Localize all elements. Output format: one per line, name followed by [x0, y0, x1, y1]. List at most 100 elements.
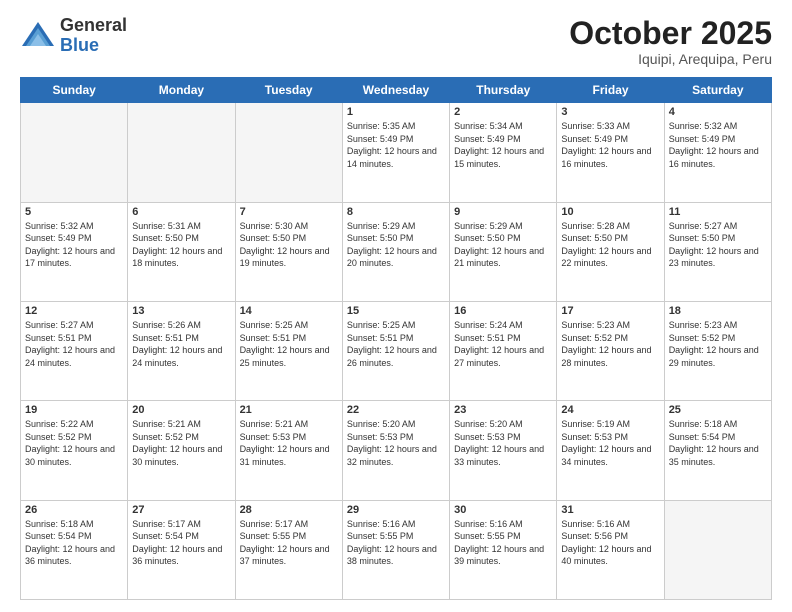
- day-info: Sunrise: 5:28 AM Sunset: 5:50 PM Dayligh…: [561, 220, 659, 270]
- day-info: Sunrise: 5:25 AM Sunset: 5:51 PM Dayligh…: [240, 319, 338, 369]
- day-number: 29: [347, 504, 445, 516]
- calendar-cell: 23Sunrise: 5:20 AM Sunset: 5:53 PM Dayli…: [450, 401, 557, 500]
- calendar-cell: 16 Sunrise: 5:24 AM Sunset: 5:51 PM Dayli…: [450, 301, 557, 400]
- day-info: Sunrise: 5:29 AM Sunset: 5:50 PM Dayligh…: [454, 220, 552, 270]
- logo-blue-text: Blue: [60, 36, 127, 56]
- day-info: Sunrise: 5:18 AM Sunset: 5:54 PM Dayligh…: [669, 418, 767, 468]
- day-info: Sunrise: 5:34 AM Sunset: 5:49 PM Dayligh…: [454, 120, 552, 170]
- day-number: 14: [240, 305, 338, 317]
- day-info: Sunrise: 5:18 AM Sunset: 5:54 PM Dayligh…: [25, 518, 123, 568]
- calendar-cell: 27 Sunrise: 5:17 AM Sunset: 5:54 PM Dayli…: [128, 500, 235, 599]
- month-title: October 2025: [569, 16, 772, 51]
- day-info: Sunrise: 5:30 AM Sunset: 5:50 PM Dayligh…: [240, 220, 338, 270]
- calendar-cell: 12 Sunrise: 5:27 AM Sunset: 5:51 PM Dayli…: [21, 301, 128, 400]
- day-number: 8: [347, 206, 445, 218]
- calendar-cell: 26 Sunrise: 5:18 AM Sunset: 5:54 PM Dayli…: [21, 500, 128, 599]
- weekday-header-row: SundayMondayTuesdayWednesdayThursdayFrid…: [21, 78, 772, 103]
- day-number: 17: [561, 305, 659, 317]
- weekday-header-cell: Friday: [557, 78, 664, 103]
- calendar-cell: 14 Sunrise: 5:25 AM Sunset: 5:51 PM Dayli…: [235, 301, 342, 400]
- calendar-cell: 3 Sunrise: 5:33 AM Sunset: 5:49 PM Daylig…: [557, 103, 664, 202]
- day-info: Sunrise: 5:21 AM Sunset: 5:53 PM Dayligh…: [240, 418, 338, 468]
- day-number: 20: [132, 404, 230, 416]
- day-info: Sunrise: 5:17 AM Sunset: 5:55 PM Dayligh…: [240, 518, 338, 568]
- calendar-cell: 29 Sunrise: 5:16 AM Sunset: 5:55 PM Dayli…: [342, 500, 449, 599]
- weekday-header-cell: Sunday: [21, 78, 128, 103]
- calendar-cell: 15 Sunrise: 5:25 AM Sunset: 5:51 PM Dayli…: [342, 301, 449, 400]
- day-number: 7: [240, 206, 338, 218]
- calendar-week-row: 19 Sunrise: 5:22 AM Sunset: 5:52 PM Dayli…: [21, 401, 772, 500]
- calendar-cell: 8Sunrise: 5:29 AM Sunset: 5:50 PM Daylig…: [342, 202, 449, 301]
- weekday-header-cell: Monday: [128, 78, 235, 103]
- day-info: Sunrise: 5:22 AM Sunset: 5:52 PM Dayligh…: [25, 418, 123, 468]
- day-number: 27: [132, 504, 230, 516]
- calendar-cell: 30 Sunrise: 5:16 AM Sunset: 5:55 PM Dayli…: [450, 500, 557, 599]
- day-info: Sunrise: 5:24 AM Sunset: 5:51 PM Dayligh…: [454, 319, 552, 369]
- day-info: Sunrise: 5:23 AM Sunset: 5:52 PM Dayligh…: [669, 319, 767, 369]
- day-number: 10: [561, 206, 659, 218]
- day-number: 3: [561, 106, 659, 118]
- day-number: 11: [669, 206, 767, 218]
- logo-general-text: General: [60, 16, 127, 36]
- calendar-cell: 19 Sunrise: 5:22 AM Sunset: 5:52 PM Dayli…: [21, 401, 128, 500]
- calendar-cell: 4 Sunrise: 5:32 AM Sunset: 5:49 PM Daylig…: [664, 103, 771, 202]
- day-number: 4: [669, 106, 767, 118]
- day-number: 30: [454, 504, 552, 516]
- day-info: Sunrise: 5:16 AM Sunset: 5:55 PM Dayligh…: [454, 518, 552, 568]
- calendar-cell: [128, 103, 235, 202]
- day-number: 26: [25, 504, 123, 516]
- calendar-cell: 7 Sunrise: 5:30 AM Sunset: 5:50 PM Daylig…: [235, 202, 342, 301]
- day-number: 9: [454, 206, 552, 218]
- calendar-cell: 10 Sunrise: 5:28 AM Sunset: 5:50 PM Dayli…: [557, 202, 664, 301]
- weekday-header-cell: Wednesday: [342, 78, 449, 103]
- day-number: 19: [25, 404, 123, 416]
- day-info: Sunrise: 5:20 AM Sunset: 5:53 PM Dayligh…: [347, 418, 445, 468]
- calendar-cell: 2 Sunrise: 5:34 AM Sunset: 5:49 PM Daylig…: [450, 103, 557, 202]
- calendar-cell: 18 Sunrise: 5:23 AM Sunset: 5:52 PM Dayli…: [664, 301, 771, 400]
- day-info: Sunrise: 5:25 AM Sunset: 5:51 PM Dayligh…: [347, 319, 445, 369]
- day-info: Sunrise: 5:27 AM Sunset: 5:51 PM Dayligh…: [25, 319, 123, 369]
- day-number: 6: [132, 206, 230, 218]
- day-number: 12: [25, 305, 123, 317]
- day-info: Sunrise: 5:19 AM Sunset: 5:53 PM Dayligh…: [561, 418, 659, 468]
- title-block: October 2025 Iquipi, Arequipa, Peru: [569, 16, 772, 67]
- day-info: Sunrise: 5:35 AM Sunset: 5:49 PM Dayligh…: [347, 120, 445, 170]
- calendar-body: 1Sunrise: 5:35 AM Sunset: 5:49 PM Daylig…: [21, 103, 772, 600]
- day-number: 22: [347, 404, 445, 416]
- calendar-cell: 31Sunrise: 5:16 AM Sunset: 5:56 PM Dayli…: [557, 500, 664, 599]
- calendar-cell: 17 Sunrise: 5:23 AM Sunset: 5:52 PM Dayli…: [557, 301, 664, 400]
- page: General Blue October 2025 Iquipi, Arequi…: [0, 0, 792, 612]
- calendar-cell: [235, 103, 342, 202]
- calendar-cell: 22 Sunrise: 5:20 AM Sunset: 5:53 PM Dayli…: [342, 401, 449, 500]
- logo: General Blue: [20, 16, 127, 56]
- calendar-week-row: 12 Sunrise: 5:27 AM Sunset: 5:51 PM Dayli…: [21, 301, 772, 400]
- calendar-cell: [664, 500, 771, 599]
- calendar-cell: 25 Sunrise: 5:18 AM Sunset: 5:54 PM Dayli…: [664, 401, 771, 500]
- day-number: 24: [561, 404, 659, 416]
- day-number: 28: [240, 504, 338, 516]
- calendar-week-row: 26 Sunrise: 5:18 AM Sunset: 5:54 PM Dayli…: [21, 500, 772, 599]
- calendar-cell: [21, 103, 128, 202]
- day-info: Sunrise: 5:17 AM Sunset: 5:54 PM Dayligh…: [132, 518, 230, 568]
- day-number: 23: [454, 404, 552, 416]
- location: Iquipi, Arequipa, Peru: [569, 51, 772, 67]
- day-info: Sunrise: 5:26 AM Sunset: 5:51 PM Dayligh…: [132, 319, 230, 369]
- weekday-header-cell: Saturday: [664, 78, 771, 103]
- day-info: Sunrise: 5:31 AM Sunset: 5:50 PM Dayligh…: [132, 220, 230, 270]
- day-number: 15: [347, 305, 445, 317]
- calendar-cell: 6 Sunrise: 5:31 AM Sunset: 5:50 PM Daylig…: [128, 202, 235, 301]
- calendar-cell: 1Sunrise: 5:35 AM Sunset: 5:49 PM Daylig…: [342, 103, 449, 202]
- day-info: Sunrise: 5:16 AM Sunset: 5:55 PM Dayligh…: [347, 518, 445, 568]
- calendar-week-row: 1Sunrise: 5:35 AM Sunset: 5:49 PM Daylig…: [21, 103, 772, 202]
- day-number: 25: [669, 404, 767, 416]
- day-number: 5: [25, 206, 123, 218]
- day-info: Sunrise: 5:33 AM Sunset: 5:49 PM Dayligh…: [561, 120, 659, 170]
- calendar-cell: 28 Sunrise: 5:17 AM Sunset: 5:55 PM Dayli…: [235, 500, 342, 599]
- day-info: Sunrise: 5:23 AM Sunset: 5:52 PM Dayligh…: [561, 319, 659, 369]
- day-number: 31: [561, 504, 659, 516]
- day-number: 16: [454, 305, 552, 317]
- logo-text: General Blue: [60, 16, 127, 56]
- day-number: 2: [454, 106, 552, 118]
- day-info: Sunrise: 5:32 AM Sunset: 5:49 PM Dayligh…: [669, 120, 767, 170]
- day-number: 18: [669, 305, 767, 317]
